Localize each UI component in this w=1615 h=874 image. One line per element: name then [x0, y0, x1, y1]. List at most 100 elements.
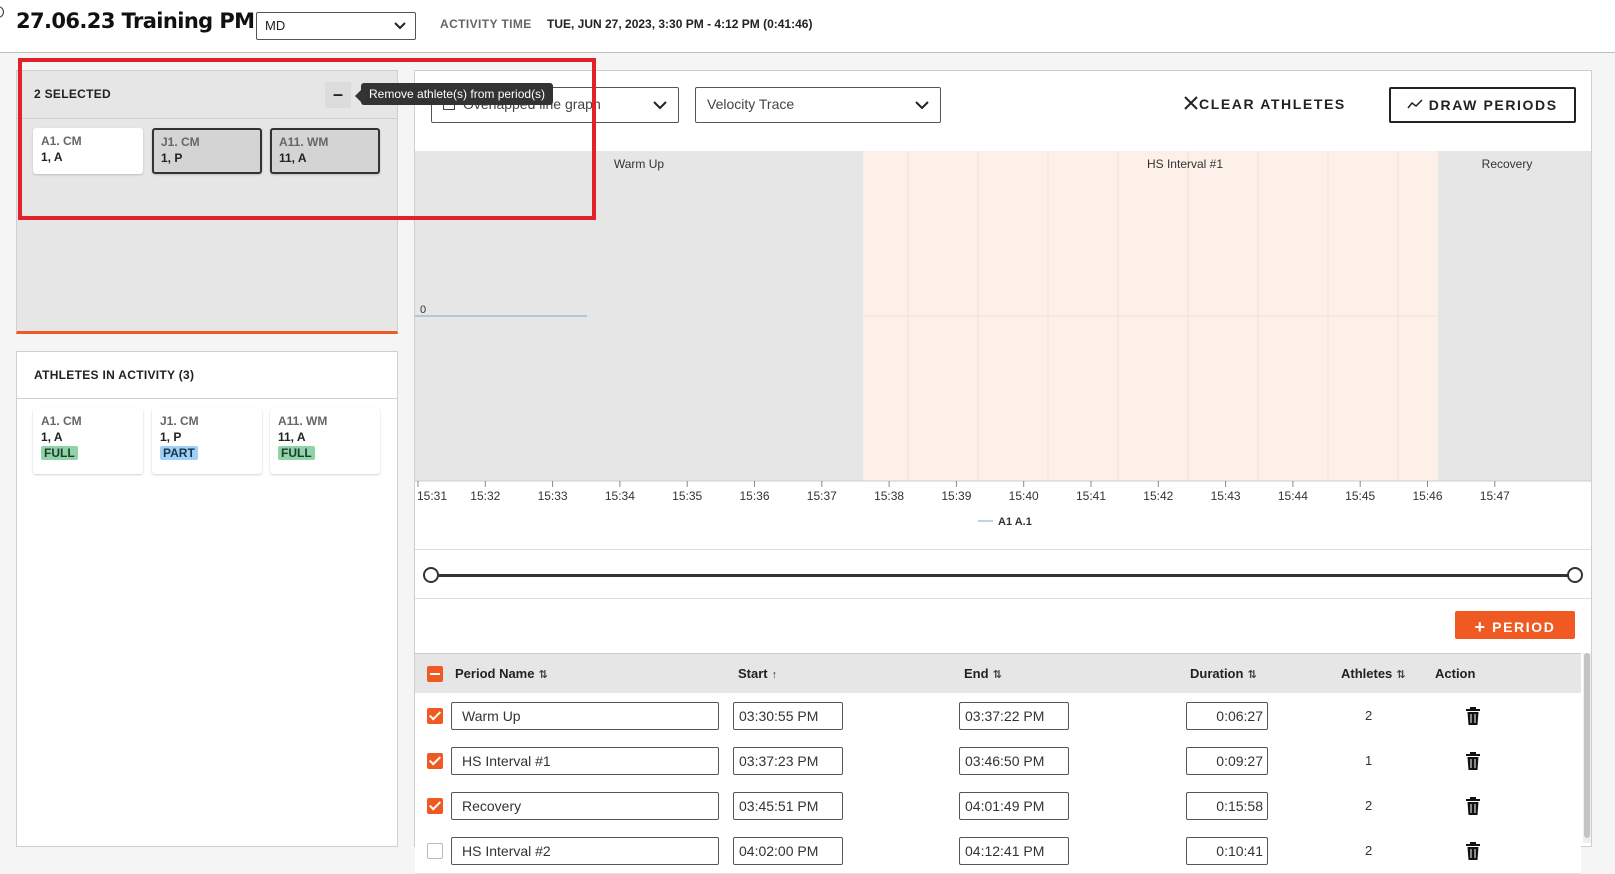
start-time-input[interactable]: 03:37:23 PM — [733, 747, 843, 775]
period-name-input[interactable]: Warm Up — [451, 702, 719, 730]
duration-input[interactable]: 0:06:27 — [1186, 702, 1268, 730]
sort-icon: ⇅ — [992, 669, 1002, 681]
x-tick-label: 15:33 — [538, 489, 568, 503]
x-tick-label: 15:47 — [1480, 489, 1510, 503]
x-tick-label: 15:37 — [807, 489, 837, 503]
session-type-select[interactable]: MD — [256, 12, 416, 40]
annotation-highlight — [18, 58, 596, 220]
end-time-input[interactable]: 03:37:22 PM — [959, 702, 1069, 730]
scrollbar-thumb[interactable] — [1584, 653, 1590, 838]
status-badge: FULL — [278, 446, 315, 460]
row-checkbox[interactable] — [427, 843, 443, 859]
band-label: Recovery — [1482, 157, 1533, 171]
start-time-input[interactable]: 03:45:51 PM — [733, 792, 843, 820]
sort-up-icon: ↑ — [771, 669, 778, 681]
col-end-label: End — [964, 666, 989, 681]
x-tick-label: 15:31 — [417, 489, 447, 503]
chip-sub: 11, A — [278, 430, 306, 444]
metric-value: Velocity Trace — [707, 96, 795, 112]
table-row: HS Interval #2 04:02:00 PM 04:12:41 PM 0… — [415, 828, 1581, 874]
legend-label: A1 A.1 — [998, 516, 1032, 528]
col-end[interactable]: End ⇅ — [964, 666, 1002, 681]
clear-athletes-label: CLEAR ATHLETES — [1199, 96, 1346, 112]
end-time-input[interactable]: 04:01:49 PM — [959, 792, 1069, 820]
slider-track — [431, 574, 1579, 577]
chevron-down-icon — [394, 22, 406, 30]
athlete-count: 2 — [1365, 843, 1373, 858]
table-row: Warm Up 03:30:55 PM 03:37:22 PM 0:06:27 … — [415, 693, 1581, 739]
x-tick-label: 15:35 — [672, 489, 702, 503]
athlete-chip[interactable]: A11. WM 11, A FULL — [270, 408, 380, 474]
row-checkbox[interactable] — [427, 708, 443, 724]
band-label: HS Interval #1 — [1147, 157, 1223, 171]
col-action: Action — [1435, 666, 1476, 681]
slider-start-handle[interactable] — [423, 567, 439, 583]
activity-time-value: TUE, JUN 27, 2023, 3:30 PM - 4:12 PM (0:… — [547, 17, 813, 31]
x-tick-label: 15:43 — [1211, 489, 1241, 503]
col-duration[interactable]: Duration ⇅ — [1190, 666, 1257, 681]
band-label: Warm Up — [614, 157, 665, 171]
status-badge: PART — [160, 446, 198, 460]
trash-icon[interactable] — [1465, 752, 1481, 770]
athletes-in-activity-panel: ATHLETES IN ACTIVITY (3) A1. CM 1, A FUL… — [16, 351, 398, 847]
add-period-button[interactable]: + PERIOD — [1455, 611, 1575, 639]
end-time-input[interactable]: 03:46:50 PM — [959, 747, 1069, 775]
duration-input[interactable]: 0:09:27 — [1186, 747, 1268, 775]
draw-periods-label: DRAW PERIODS — [1428, 97, 1558, 113]
periods-table-header: Period Name ⇅ Start ↑ End ⇅ Duration ⇅ Athle… — [415, 653, 1581, 693]
col-start[interactable]: Start ↑ — [738, 666, 777, 681]
x-tick-label: 15:46 — [1412, 489, 1442, 503]
x-tick-label: 15:44 — [1278, 489, 1308, 503]
line-chart-icon — [1407, 99, 1423, 109]
chip-sub: 1, P — [160, 430, 182, 444]
athlete-chip[interactable]: A1. CM 1, A FULL — [33, 408, 143, 474]
trash-icon[interactable] — [1465, 842, 1481, 860]
clear-athletes-button[interactable]: CLEAR ATHLETES — [1183, 95, 1346, 112]
select-all-checkbox[interactable] — [427, 666, 443, 682]
col-period-name-label: Period Name — [455, 666, 535, 681]
x-tick-label: 15:41 — [1076, 489, 1106, 503]
y-tick-label: 0 — [420, 304, 426, 316]
session-type-value: MD — [265, 18, 286, 33]
header: 27.06.23 Training PM MD ACTIVITY TIME TU… — [0, 0, 1615, 53]
trash-icon[interactable] — [1465, 707, 1481, 725]
draw-periods-button[interactable]: DRAW PERIODS — [1389, 87, 1576, 123]
chip-sub: 1, A — [41, 430, 63, 444]
metric-select[interactable]: Velocity Trace — [695, 87, 941, 123]
sort-icon: ⇅ — [538, 669, 548, 681]
add-period-label: PERIOD — [1492, 619, 1556, 635]
radio-icon — [0, 6, 4, 18]
trash-icon[interactable] — [1465, 797, 1481, 815]
page-title: 27.06.23 Training PM — [16, 9, 255, 33]
x-tick-label: 15:40 — [1009, 489, 1039, 503]
chevron-down-icon — [653, 101, 667, 110]
x-tick-label: 15:36 — [739, 489, 769, 503]
time-range-slider[interactable] — [415, 549, 1591, 599]
table-row: Recovery 03:45:51 PM 04:01:49 PM 0:15:58… — [415, 783, 1581, 829]
x-tick-label: 15:32 — [470, 489, 500, 503]
x-tick-label: 15:39 — [941, 489, 971, 503]
slider-end-handle[interactable] — [1567, 567, 1583, 583]
chip-name: J1. CM — [160, 414, 199, 428]
table-scrollbar[interactable] — [1583, 653, 1591, 843]
x-tick-label: 15:42 — [1143, 489, 1173, 503]
athletes-header: ATHLETES IN ACTIVITY (3) — [17, 352, 397, 399]
x-tick-label: 15:34 — [605, 489, 635, 503]
period-name-input[interactable]: HS Interval #1 — [451, 747, 719, 775]
col-athletes[interactable]: Athletes ⇅ — [1341, 666, 1406, 681]
chevron-down-icon — [915, 101, 929, 110]
athlete-count: 2 — [1365, 708, 1373, 723]
status-badge: FULL — [41, 446, 78, 460]
duration-input[interactable]: 0:15:58 — [1186, 792, 1268, 820]
row-checkbox[interactable] — [427, 798, 443, 814]
athlete-chip[interactable]: J1. CM 1, P PART — [152, 408, 262, 474]
close-icon — [1184, 96, 1198, 110]
chip-name: A11. WM — [278, 414, 328, 428]
x-tick-label: 15:45 — [1345, 489, 1375, 503]
col-athletes-label: Athletes — [1341, 666, 1393, 681]
row-checkbox[interactable] — [427, 753, 443, 769]
period-name-input[interactable]: Recovery — [451, 792, 719, 820]
col-period-name[interactable]: Period Name ⇅ — [455, 666, 548, 681]
start-time-input[interactable]: 03:30:55 PM — [733, 702, 843, 730]
athlete-count: 2 — [1365, 798, 1373, 813]
